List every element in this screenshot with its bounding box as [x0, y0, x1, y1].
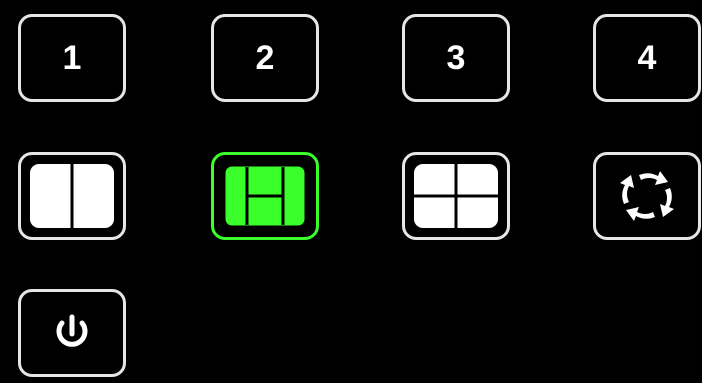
power-button[interactable]: [18, 289, 126, 377]
cycle-button[interactable]: [593, 152, 701, 240]
pip-layout-button[interactable]: [211, 152, 319, 240]
quad-layout-button[interactable]: [402, 152, 510, 240]
power-icon: [56, 314, 88, 347]
split-vertical-icon: [30, 164, 114, 228]
screen-4-button[interactable]: 4: [593, 14, 701, 102]
screen-3-button[interactable]: 3: [402, 14, 510, 102]
quad-split-icon: [414, 164, 498, 228]
screen-2-button[interactable]: 2: [211, 14, 319, 102]
refresh-cycle-icon: [620, 171, 674, 221]
split-two-layout-button[interactable]: [18, 152, 126, 240]
pip-layout-icon: [221, 162, 309, 230]
screen-1-button[interactable]: 1: [18, 14, 126, 102]
